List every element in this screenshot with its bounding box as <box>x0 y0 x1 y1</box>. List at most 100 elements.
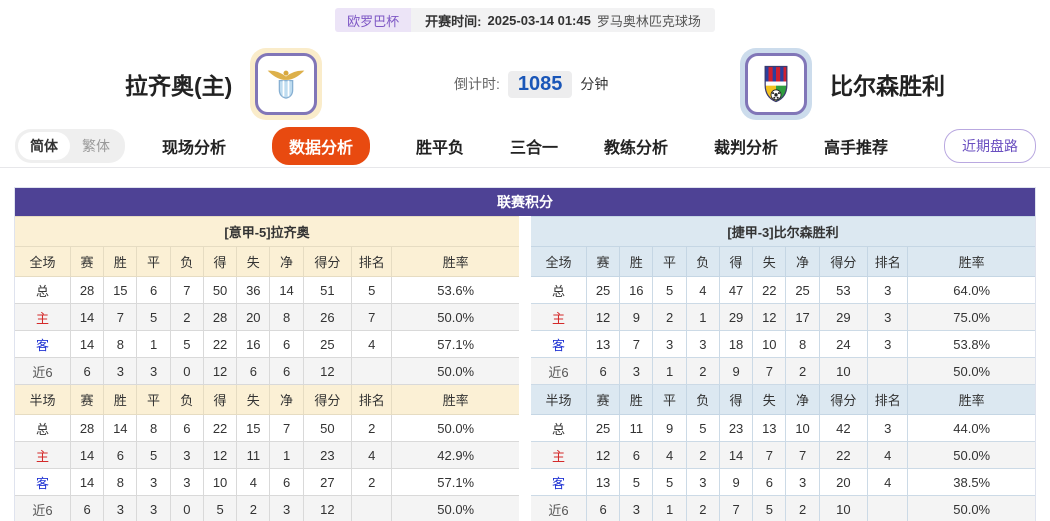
home-team-name: 拉齐奥(主) <box>125 67 232 101</box>
lang-simplified[interactable]: 简体 <box>18 132 70 160</box>
stat-cell: 25 <box>586 415 619 442</box>
stat-cell: 3 <box>868 415 908 442</box>
stat-cell: 5 <box>686 415 719 442</box>
stat-cell: 5 <box>653 469 686 496</box>
stat-cell: 5 <box>137 442 170 469</box>
row-label: 近6 <box>15 496 70 521</box>
col-header: 胜 <box>620 385 653 415</box>
plzen-crest-icon <box>751 59 801 109</box>
stat-cell: 6 <box>170 415 203 442</box>
row-label: 近6 <box>531 496 586 521</box>
table-row: 近6633012661250.0% <box>15 358 519 385</box>
winrate-cell: 50.0% <box>392 304 519 331</box>
lazio-eagle-icon <box>261 59 311 109</box>
language-toggle[interactable]: 简体 繁体 <box>15 129 125 163</box>
winrate-cell: 50.0% <box>392 415 519 442</box>
stat-cell: 4 <box>352 442 392 469</box>
stat-cell: 14 <box>104 415 137 442</box>
stat-cell: 5 <box>137 304 170 331</box>
tab-0[interactable]: 现场分析 <box>162 134 226 158</box>
winrate-cell: 42.9% <box>392 442 519 469</box>
winrate-cell: 50.0% <box>392 496 519 521</box>
stat-cell <box>868 496 908 521</box>
stat-cell: 10 <box>753 331 786 358</box>
countdown-value: 1085 <box>508 71 573 98</box>
col-header: 得 <box>203 385 236 415</box>
stat-cell: 29 <box>819 304 867 331</box>
stat-cell: 50 <box>203 277 236 304</box>
tab-6[interactable]: 高手推荐 <box>824 134 888 158</box>
stat-cell: 1 <box>686 304 719 331</box>
stat-cell: 6 <box>586 496 619 521</box>
stat-cell: 0 <box>170 496 203 521</box>
stat-cell: 12 <box>586 442 619 469</box>
tab-3[interactable]: 三合一 <box>510 134 558 158</box>
stat-cell: 2 <box>686 358 719 385</box>
lang-traditional[interactable]: 繁体 <box>70 132 122 160</box>
tab-5[interactable]: 裁判分析 <box>714 134 778 158</box>
table-row: 近663129721050.0% <box>531 358 1035 385</box>
stat-cell: 12 <box>303 496 351 521</box>
stat-cell: 7 <box>352 304 392 331</box>
stat-cell: 25 <box>786 277 819 304</box>
stat-cell: 36 <box>237 277 270 304</box>
stat-cell: 3 <box>786 469 819 496</box>
home-team-logo <box>250 48 322 120</box>
col-header: 负 <box>170 247 203 277</box>
stat-cell: 6 <box>270 469 303 496</box>
tab-2[interactable]: 胜平负 <box>416 134 464 158</box>
stat-cell: 7 <box>170 277 203 304</box>
stat-cell: 6 <box>753 469 786 496</box>
stat-cell: 22 <box>819 442 867 469</box>
column-header-row: 全场赛胜平负得失净得分排名胜率 <box>15 247 519 277</box>
col-header: 失 <box>237 247 270 277</box>
stat-cell: 3 <box>868 304 908 331</box>
stat-cell: 5 <box>620 469 653 496</box>
table-row: 总28156750361451553.6% <box>15 277 519 304</box>
col-header: 平 <box>137 385 170 415</box>
stat-cell: 7 <box>753 358 786 385</box>
winrate-cell: 50.0% <box>908 496 1035 521</box>
row-label: 客 <box>15 331 70 358</box>
winrate-cell: 50.0% <box>392 358 519 385</box>
stat-cell: 14 <box>70 331 103 358</box>
home-stats-table: [意甲-5]拉齐奥全场赛胜平负得失净得分排名胜率总281567503614515… <box>15 216 519 521</box>
stat-cell: 51 <box>303 277 351 304</box>
col-header: 胜 <box>104 385 137 415</box>
col-header: 失 <box>753 247 786 277</box>
table-row: 近663127521050.0% <box>531 496 1035 521</box>
table-row: 客148152216625457.1% <box>15 331 519 358</box>
home-team: 拉齐奥(主) <box>125 48 322 120</box>
col-header: 净 <box>786 385 819 415</box>
col-header: 赛 <box>70 247 103 277</box>
col-header: 得分 <box>303 247 351 277</box>
stat-cell: 8 <box>786 331 819 358</box>
table-row: 主1292129121729375.0% <box>531 304 1035 331</box>
stat-cell: 1 <box>653 358 686 385</box>
stat-cell: 10 <box>203 469 236 496</box>
kickoff-label: 开赛时间: <box>425 11 481 30</box>
column-header-row: 半场赛胜平负得失净得分排名胜率 <box>15 385 519 415</box>
col-header: 负 <box>686 385 719 415</box>
tab-1[interactable]: 数据分析 <box>272 127 370 165</box>
stat-cell: 2 <box>686 496 719 521</box>
stat-cell: 8 <box>270 304 303 331</box>
stat-cell: 10 <box>819 496 867 521</box>
stat-cell <box>868 358 908 385</box>
stat-cell: 50 <box>303 415 351 442</box>
column-header-row: 半场赛胜平负得失净得分排名胜率 <box>531 385 1035 415</box>
team-title: [意甲-5]拉齐奥 <box>15 217 519 247</box>
stat-cell: 14 <box>70 469 103 496</box>
tab-4[interactable]: 教练分析 <box>604 134 668 158</box>
table-row: 客14833104627257.1% <box>15 469 519 496</box>
col-header: 赛 <box>70 385 103 415</box>
stat-cell: 6 <box>70 496 103 521</box>
stat-cell: 29 <box>719 304 752 331</box>
row-label: 主 <box>15 304 70 331</box>
stat-cell: 3 <box>104 358 137 385</box>
stat-cell: 6 <box>270 358 303 385</box>
stat-cell: 4 <box>686 277 719 304</box>
winrate-cell: 64.0% <box>908 277 1035 304</box>
recent-trend-button[interactable]: 近期盘路 <box>944 129 1036 163</box>
stat-cell: 0 <box>170 358 203 385</box>
